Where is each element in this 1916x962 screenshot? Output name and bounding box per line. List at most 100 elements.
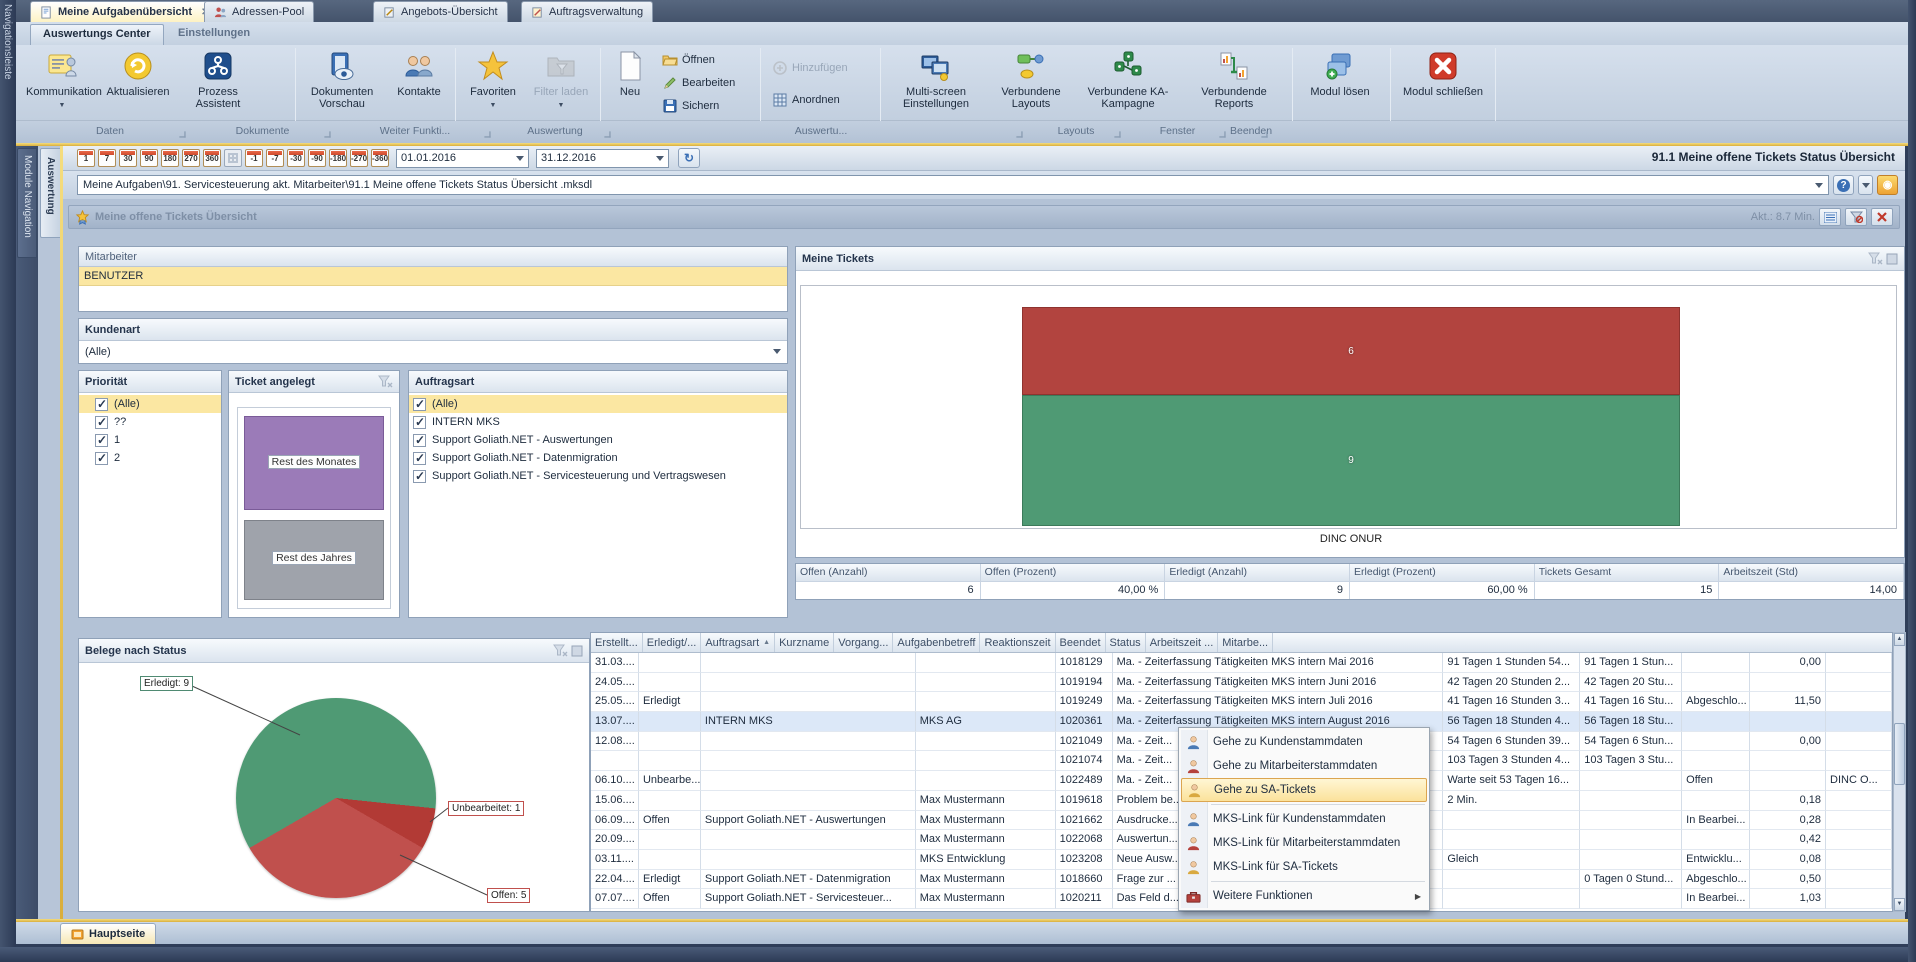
- dokumenten-vorschau-button[interactable]: Dokumenten Vorschau: [300, 48, 384, 118]
- date-from-field[interactable]: 01.01.2016: [396, 149, 529, 168]
- aktualisieren-button[interactable]: Aktualisieren: [102, 48, 174, 118]
- range-button[interactable]: -7: [266, 149, 284, 167]
- ribbon-group-label[interactable]: Fenster: [1125, 121, 1230, 143]
- close-overview-button[interactable]: [1871, 208, 1893, 226]
- summary-header-cell[interactable]: Arbeitszeit (Std): [1719, 564, 1903, 582]
- tab-meine-aufgabenuebersicht[interactable]: Meine Aufgabenübersicht ✕: [30, 1, 219, 22]
- range-button[interactable]: 30: [119, 149, 137, 167]
- tab-adressen-pool[interactable]: Adressen-Pool: [204, 1, 314, 22]
- range-button[interactable]: -1: [245, 149, 263, 167]
- context-menu-item[interactable]: Gehe zu Mitarbeiterstammdaten: [1181, 754, 1427, 778]
- dialog-launcher-icon[interactable]: [179, 131, 185, 137]
- favoriten-button[interactable]: Favoriten▼: [460, 48, 526, 118]
- checkbox-checked-icon[interactable]: [95, 398, 108, 411]
- chevron-down-icon[interactable]: [1815, 183, 1823, 188]
- belege-pie-chart[interactable]: [236, 698, 436, 898]
- scroll-up-icon[interactable]: ▲: [1894, 633, 1905, 646]
- prioritaet-checkbox-item[interactable]: ??: [79, 413, 221, 431]
- date-to-field[interactable]: 31.12.2016: [536, 149, 669, 168]
- range-button[interactable]: 270: [182, 149, 200, 167]
- context-menu-item[interactable]: MKS-Link für Mitarbeiterstammdaten: [1181, 831, 1427, 855]
- ribbon-group-label[interactable]: Beenden: [1230, 121, 1272, 143]
- navigation-sidebar-strip[interactable]: Navigationsleiste: [0, 0, 16, 962]
- ribbon-group-label[interactable]: Layouts: [1027, 121, 1125, 143]
- range-button[interactable]: -180: [329, 149, 347, 167]
- scrollbar-thumb[interactable]: [1894, 723, 1905, 785]
- summary-header-cell[interactable]: Tickets Gesamt: [1535, 564, 1719, 582]
- grid-row[interactable]: 24.05.... 1019194 Ma. - Zeiterfassung Tä…: [591, 673, 1892, 693]
- grid-header-cell[interactable]: Reaktionszeit: [980, 633, 1055, 652]
- auftragsart-checkbox-item[interactable]: INTERN MKS: [409, 413, 787, 431]
- checkbox-checked-icon[interactable]: [95, 416, 108, 429]
- dialog-launcher-icon[interactable]: [1219, 131, 1225, 137]
- dialog-launcher-icon[interactable]: [604, 131, 610, 137]
- range-button[interactable]: -360: [371, 149, 389, 167]
- rest-des-monates-box[interactable]: Rest des Monates: [244, 416, 384, 510]
- ribbon-group-label[interactable]: Auswertung: [495, 121, 615, 143]
- range-button[interactable]: 180: [161, 149, 179, 167]
- ribbon-group-label[interactable]: Auswertu...: [615, 121, 1027, 143]
- ribbon-tab-einstellungen[interactable]: Einstellungen: [166, 24, 262, 45]
- checkbox-checked-icon[interactable]: [413, 452, 426, 465]
- summary-header-cell[interactable]: Offen (Anzahl): [796, 564, 980, 582]
- context-menu-item[interactable]: MKS-Link für Kundenstammdaten: [1181, 807, 1427, 831]
- grid-header-cell[interactable]: Vorgang...: [834, 633, 893, 652]
- summary-header-cell[interactable]: Offen (Prozent): [981, 564, 1165, 582]
- path-input[interactable]: Meine Aufgaben\91. Servicesteuerung akt.…: [77, 175, 1829, 195]
- range-button[interactable]: -90: [308, 149, 326, 167]
- prioritaet-checkbox-item[interactable]: 1: [79, 431, 221, 449]
- verbundene-layouts-button[interactable]: Verbundene Layouts: [988, 48, 1074, 118]
- grid-row[interactable]: 25.05.... Erledigt 1019249 Ma. - Zeiterf…: [591, 692, 1892, 712]
- scroll-down-icon[interactable]: ▼: [1894, 898, 1905, 911]
- dialog-launcher-icon[interactable]: [1016, 131, 1022, 137]
- refresh-button[interactable]: ↻: [678, 148, 700, 168]
- prioritaet-checkbox-item[interactable]: (Alle): [79, 395, 221, 413]
- grid-header-cell[interactable]: Beendet: [1056, 633, 1106, 652]
- range-button[interactable]: 90: [140, 149, 158, 167]
- filter-icon[interactable]: [553, 644, 568, 657]
- prozess-assistent-button[interactable]: Prozess Assistent: [182, 48, 254, 118]
- calendar-picker-button[interactable]: [224, 149, 242, 167]
- grid-header-cell[interactable]: Aufgabenbetreff: [893, 633, 980, 652]
- grid-header-cell[interactable]: Erledigt/...: [643, 633, 702, 652]
- range-button[interactable]: 360: [203, 149, 221, 167]
- sichern-button[interactable]: Sichern: [662, 96, 719, 116]
- anordnen-button[interactable]: Anordnen: [772, 90, 840, 110]
- auswertung-vertical-tab[interactable]: Auswertung: [40, 148, 61, 238]
- range-button[interactable]: 1: [77, 149, 95, 167]
- dialog-launcher-icon[interactable]: [324, 131, 330, 137]
- auftragsart-checkbox-item[interactable]: Support Goliath.NET - Datenmigration: [409, 449, 787, 467]
- summary-header-cell[interactable]: Erledigt (Prozent): [1350, 564, 1534, 582]
- range-button[interactable]: 7: [98, 149, 116, 167]
- context-menu-item[interactable]: Gehe zu Kundenstammdaten: [1181, 730, 1427, 754]
- kundenart-dropdown[interactable]: (Alle): [79, 341, 787, 362]
- range-button[interactable]: -30: [287, 149, 305, 167]
- filter-laden-button[interactable]: Filter laden▼: [530, 48, 592, 118]
- ribbon-group-label[interactable]: Weiter Funkti...: [335, 121, 495, 143]
- dialog-launcher-icon[interactable]: [484, 131, 490, 137]
- clear-filter-button[interactable]: [1845, 208, 1867, 226]
- grid-vertical-scrollbar[interactable]: ▲ ▼: [1893, 632, 1906, 912]
- multiscreen-einstellungen-button[interactable]: Multi-screen Einstellungen: [888, 48, 984, 118]
- module-navigation-tab[interactable]: Module Navigation: [17, 148, 37, 258]
- checkbox-checked-icon[interactable]: [413, 470, 426, 483]
- checkbox-checked-icon[interactable]: [413, 416, 426, 429]
- filter-icon[interactable]: [1868, 252, 1883, 265]
- kontakte-button[interactable]: Kontakte: [388, 48, 450, 118]
- ribbon-tab-auswertungs-center[interactable]: Auswertungs Center: [30, 24, 164, 45]
- filter-icon[interactable]: [378, 375, 393, 388]
- grid-header-cell[interactable]: Mitarbe...: [1218, 633, 1273, 652]
- dialog-launcher-icon[interactable]: [1114, 131, 1120, 137]
- checkbox-checked-icon[interactable]: [413, 398, 426, 411]
- list-view-button[interactable]: [1819, 208, 1841, 226]
- grid-header-cell[interactable]: Kurzname: [775, 633, 834, 652]
- grid-row[interactable]: 31.03.... 1018129 Ma. - Zeiterfassung Tä…: [591, 653, 1892, 673]
- context-menu-item-weitere-funktionen[interactable]: Weitere Funktionen ▶: [1181, 884, 1427, 908]
- range-button[interactable]: -270: [350, 149, 368, 167]
- hinzufuegen-button[interactable]: Hinzufügen: [772, 58, 848, 78]
- verbundende-reports-button[interactable]: Verbundende Reports: [1184, 48, 1284, 118]
- prioritaet-checkbox-item[interactable]: 2: [79, 449, 221, 467]
- pin-icon[interactable]: [571, 645, 583, 657]
- neu-button[interactable]: Neu: [606, 48, 654, 118]
- grid-header-cell[interactable]: Status: [1106, 633, 1146, 652]
